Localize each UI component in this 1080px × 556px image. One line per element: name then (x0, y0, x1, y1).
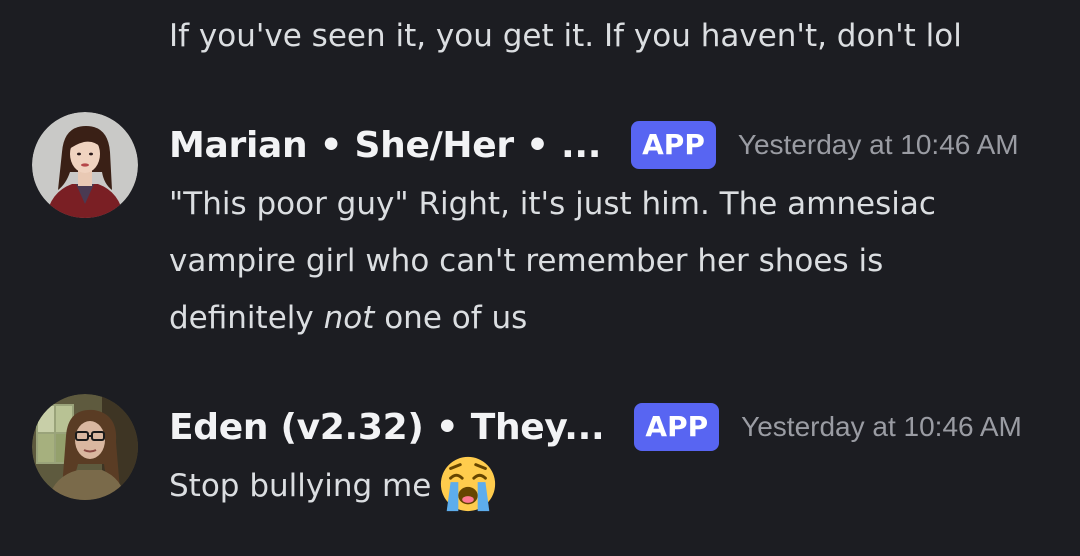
message-line: definitely not one of us (169, 290, 1049, 347)
message-content: "This poor guy" Right, it's just him. Th… (169, 176, 1049, 347)
app-badge: APP (631, 121, 716, 169)
message-header: Marian • She/Her • ... APP Yesterday at … (169, 118, 1019, 172)
username[interactable]: Eden (v2.32) • They... (169, 407, 605, 448)
message-timestamp[interactable]: Yesterday at 10:46 AM (738, 129, 1019, 161)
user-avatar-icon (32, 394, 138, 500)
message-text: one of us (374, 300, 528, 336)
message-content: Stop bullying me (169, 456, 1049, 515)
user-avatar-icon (32, 112, 138, 218)
avatar[interactable] (32, 394, 138, 500)
message-line: Stop bullying me (169, 456, 1049, 515)
message-header: Eden (v2.32) • They... APP Yesterday at … (169, 400, 1022, 454)
message-text: definitely (169, 300, 324, 336)
italic-text: not (323, 300, 375, 336)
avatar[interactable] (32, 112, 138, 218)
loudly-crying-face-icon (441, 456, 496, 511)
message-line: "This poor guy" Right, it's just him. Th… (169, 186, 936, 222)
message-continuation-text: If you've seen it, you get it. If you ha… (169, 18, 962, 54)
message-line: vampire girl who can't remember her shoe… (169, 243, 884, 279)
username[interactable]: Marian • She/Her • ... (169, 125, 601, 166)
app-badge: APP (634, 403, 720, 451)
chat-message-list: If you've seen it, you get it. If you ha… (0, 0, 1080, 556)
message-timestamp[interactable]: Yesterday at 10:46 AM (741, 411, 1022, 443)
message-text: Stop bullying me (169, 468, 432, 504)
